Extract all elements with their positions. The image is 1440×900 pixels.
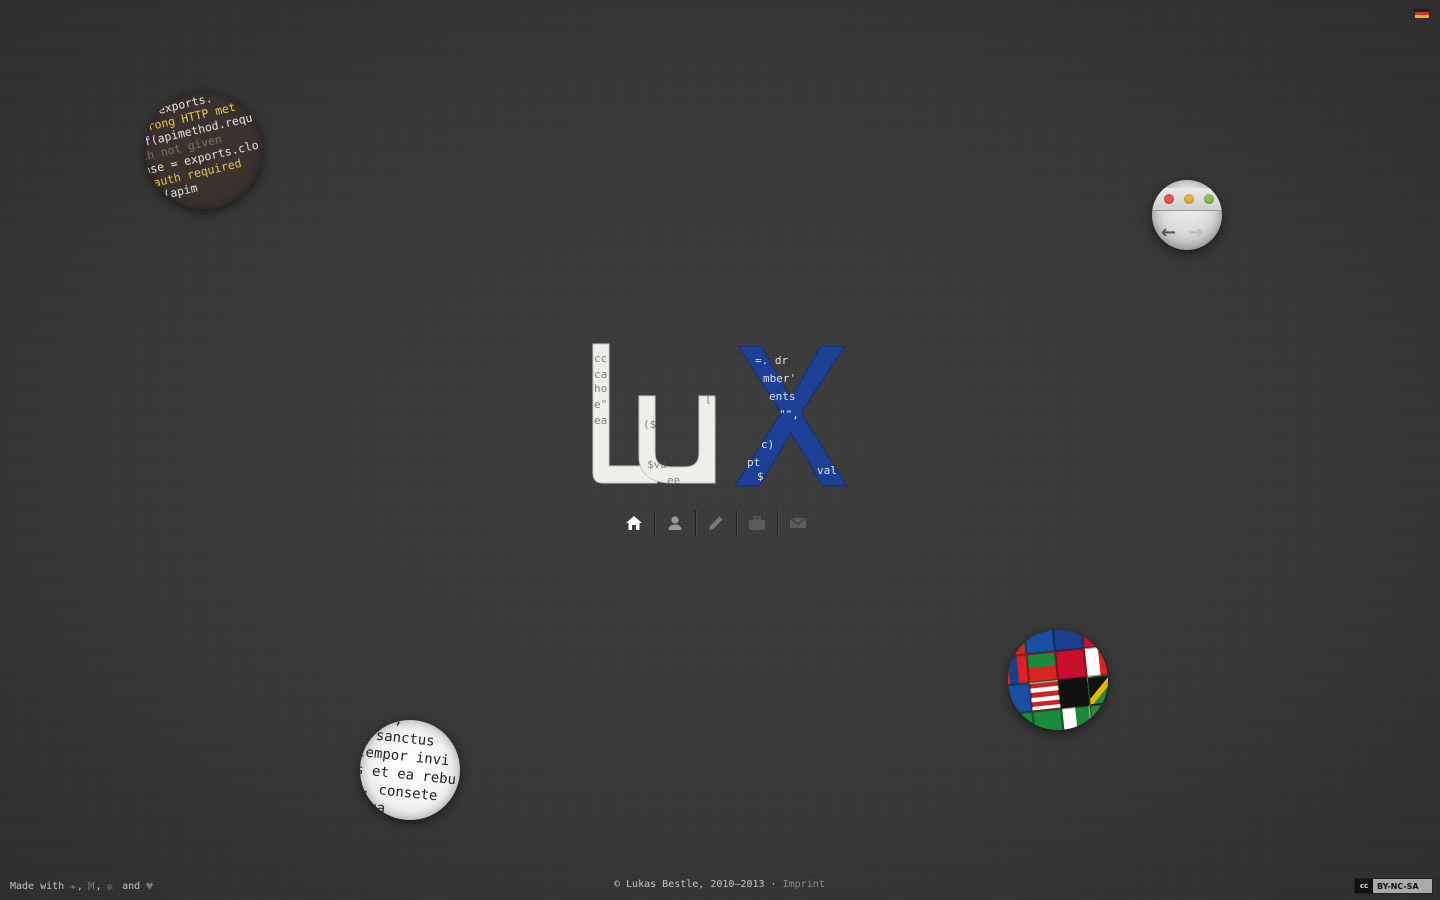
cc-license-badge[interactable]: cc BY-NC-SA bbox=[1354, 878, 1433, 894]
flags-globe-bubble[interactable] bbox=[1008, 630, 1108, 730]
svg-text:"",: "", bbox=[779, 408, 799, 421]
copyright-line: © Lukas Bestle, 2010–2013 · Imprint bbox=[614, 879, 825, 890]
svg-text:ca: ca bbox=[594, 368, 607, 381]
comma-separator: , bbox=[76, 881, 83, 892]
footer-separator: · bbox=[770, 879, 777, 890]
user-icon bbox=[668, 516, 682, 530]
close-dot-icon bbox=[1164, 194, 1174, 204]
minimize-dot-icon bbox=[1184, 194, 1194, 204]
svg-text:mber': mber' bbox=[763, 372, 796, 385]
svg-text:val: val bbox=[817, 464, 837, 477]
svg-text:$: $ bbox=[757, 470, 764, 483]
code-snippet: s = exports."wrong HTTP metif(apimethod.… bbox=[145, 91, 263, 205]
svg-text:=. dr: =. dr bbox=[755, 354, 788, 367]
svg-text:ho: ho bbox=[594, 382, 607, 395]
code-bubble[interactable]: s = exports."wrong HTTP metif(apimethod.… bbox=[145, 91, 263, 209]
license-label: BY-NC-SA bbox=[1377, 881, 1419, 891]
made-with-label: Made with bbox=[10, 881, 65, 892]
svg-text:ea: ea bbox=[594, 414, 607, 427]
svg-text:ee: ee bbox=[667, 474, 680, 487]
nav-blog[interactable] bbox=[696, 508, 736, 538]
nav-portfolio[interactable] bbox=[737, 508, 777, 538]
home-icon bbox=[626, 516, 642, 530]
made-with-credits: Made with ❧ , M , ✲ and ♥ bbox=[10, 880, 154, 893]
heart-icon: ♥ bbox=[146, 880, 153, 893]
maximize-dot-icon bbox=[1204, 194, 1214, 204]
svg-text:$va: $va bbox=[647, 458, 667, 471]
lorem-text: erat,a sanctustempor invis et ea rebut, … bbox=[360, 720, 460, 820]
pencil-icon bbox=[709, 516, 723, 530]
envelope-icon bbox=[789, 517, 807, 528]
main-nav bbox=[614, 508, 818, 538]
creative-commons-icon: cc bbox=[1355, 879, 1373, 893]
gear-icon[interactable]: ✲ bbox=[107, 880, 114, 893]
german-flag-icon[interactable] bbox=[1415, 9, 1429, 18]
browser-window-bubble[interactable]: ← → bbox=[1152, 180, 1222, 250]
nav-about[interactable] bbox=[655, 508, 695, 538]
arrow-left-icon: ← bbox=[1161, 222, 1177, 243]
svg-text:($: ($ bbox=[643, 418, 656, 431]
lorem-text-bubble[interactable]: erat,a sanctustempor invis et ea rebut, … bbox=[360, 720, 460, 820]
svg-text:cc: cc bbox=[594, 352, 607, 365]
svg-text:[': [' bbox=[705, 392, 718, 405]
briefcase-icon bbox=[749, 516, 765, 530]
svg-text:e",: e", bbox=[594, 398, 614, 411]
copyright-text: © Lukas Bestle, 2010–2013 bbox=[614, 879, 765, 890]
comma-separator: , bbox=[95, 881, 102, 892]
svg-text:pt: pt bbox=[747, 456, 760, 469]
nav-home[interactable] bbox=[614, 508, 654, 538]
arrow-right-icon: → bbox=[1188, 222, 1204, 243]
imprint-link[interactable]: Imprint bbox=[783, 879, 825, 890]
and-label: and bbox=[122, 881, 141, 892]
leaf-icon[interactable]: ❧ bbox=[69, 880, 76, 893]
svg-text:c): c) bbox=[761, 438, 774, 451]
nav-contact[interactable] bbox=[778, 508, 818, 538]
svg-text:ents: ents bbox=[769, 390, 796, 403]
lux-logo[interactable]: =. dr mber' ents "", c) pt val $ cc ca h… bbox=[587, 338, 849, 490]
markdown-icon[interactable]: M bbox=[88, 880, 95, 893]
flags-mosaic bbox=[1008, 630, 1108, 730]
